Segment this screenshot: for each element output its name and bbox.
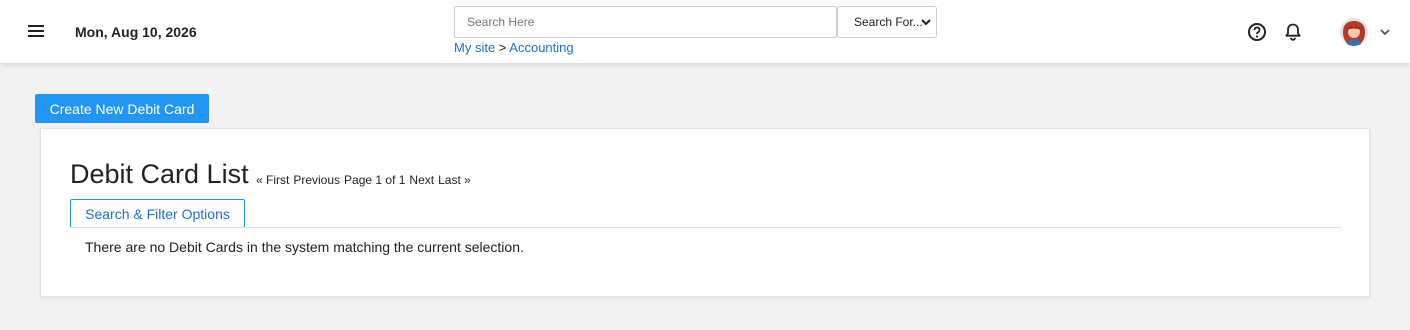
breadcrumb-current-link[interactable]: Accounting [509,40,573,55]
top-bar: Mon, Aug 10, 2026 Search For... My site … [0,0,1410,63]
breadcrumb-home-link[interactable]: My site [454,40,495,55]
search-for-select[interactable]: Search For... [837,6,937,38]
debit-card-list-panel: Debit Card List « First Previous Page 1 of… [40,128,1370,297]
search-for-label: Search For... [854,15,923,29]
empty-state-message: There are no Debit Cards in the system m… [85,239,524,255]
search-input[interactable] [454,6,837,38]
page-title: Debit Card List [70,159,249,189]
pager-next[interactable]: Next [409,173,434,187]
breadcrumb: My site > Accounting [454,40,574,55]
avatar-image [1340,18,1368,46]
create-debit-card-button[interactable]: Create New Debit Card [35,94,209,123]
divider [70,227,1341,228]
bell-icon[interactable] [1283,22,1303,42]
chevron-down-icon [921,19,931,26]
menu-icon[interactable] [26,21,46,41]
chevron-down-icon[interactable] [1378,25,1392,39]
pager-page-info: Page 1 of 1 [344,173,406,187]
breadcrumb-separator: > [498,40,507,55]
user-avatar[interactable] [1340,18,1368,46]
pager-first[interactable]: « First [256,173,289,187]
help-icon[interactable] [1247,22,1267,42]
pager-last[interactable]: Last » [438,173,471,187]
search-filter-options-button[interactable]: Search & Filter Options [70,199,245,228]
pagination: « First Previous Page 1 of 1 Next Last » [256,173,475,187]
pager-previous[interactable]: Previous [293,173,340,187]
current-date: Mon, Aug 10, 2026 [75,24,197,40]
